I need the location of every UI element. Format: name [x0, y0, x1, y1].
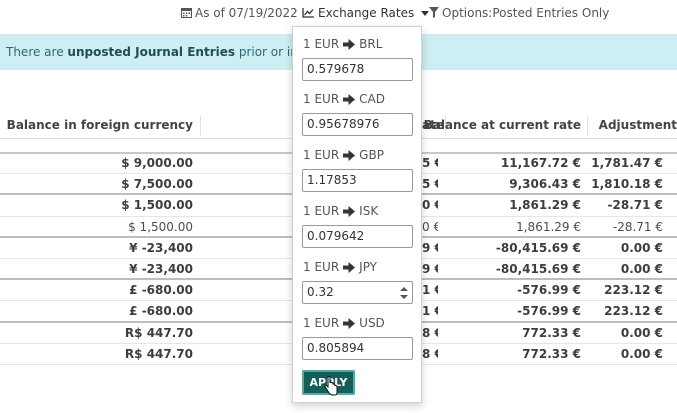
rate-value: 0.32 — [307, 285, 334, 299]
header-divider — [587, 116, 588, 136]
options-filter-button[interactable]: Options:Posted Entries Only — [429, 6, 609, 20]
number-spinner-icon[interactable] — [400, 286, 408, 300]
arrow-right-icon — [343, 149, 356, 161]
cell-current: -576.99 € — [517, 283, 581, 298]
rate-base-currency: 1 EUR — [303, 204, 340, 218]
arrow-right-icon — [343, 317, 356, 329]
cell-foreign: £ -680.00 — [129, 283, 193, 298]
cell-current: 11,167.72 € — [500, 156, 581, 170]
cell-rate: 5 € — [422, 156, 438, 170]
rate-label-gbp: 1 EUR GBP — [303, 148, 384, 162]
rate-input-jpy[interactable]: 0.32 — [302, 281, 413, 304]
rate-input-cad[interactable]: 0.95678976 — [302, 113, 413, 136]
rate-target-currency: GBP — [359, 148, 384, 162]
cell-rate: 5 € — [422, 177, 438, 192]
rate-value: 1.17853 — [307, 173, 357, 187]
date-filter-label: As of 07/19/2022 — [195, 6, 298, 20]
rate-target-currency: CAD — [359, 92, 385, 106]
rate-target-currency: JPY — [359, 260, 377, 274]
exchange-rates-dropdown: APPLY 1 EURBRL0.5796781 EURCAD0.95678976… — [292, 26, 422, 403]
cell-foreign: $ 9,000.00 — [121, 156, 193, 170]
cell-foreign: £ -680.00 — [129, 304, 193, 319]
exchange-rates-button[interactable]: Exchange Rates — [302, 6, 430, 20]
header-divider — [200, 116, 201, 136]
arrow-right-icon — [343, 261, 356, 273]
cell-current: 772.33 € — [522, 346, 581, 361]
unposted-entries-link[interactable]: unposted Journal Entries — [67, 45, 235, 59]
rate-base-currency: 1 EUR — [303, 316, 340, 330]
arrow-right-icon — [343, 205, 356, 217]
rate-value: 0.579678 — [307, 62, 365, 76]
cell-rate: 0 € — [422, 219, 438, 234]
rate-label-jpy: 1 EUR JPY — [303, 260, 377, 274]
cell-adjustment: 1,781.47 € — [591, 156, 663, 170]
options-filter-label: Options:Posted Entries Only — [442, 6, 610, 20]
rate-input-gbp[interactable]: 1.17853 — [302, 169, 413, 192]
cell-adjustment: 223.12 € — [604, 283, 663, 298]
cell-current: -80,415.69 € — [495, 261, 581, 276]
rate-base-currency: 1 EUR — [303, 92, 340, 106]
header-balance-foreign: Balance in foreign currency — [6, 118, 193, 132]
arrow-right-icon — [343, 93, 356, 105]
alert-text-prefix: There are — [6, 45, 68, 59]
cell-adjustment: -28.71 € — [607, 198, 663, 213]
report-controls: As of 07/19/2022 Exchange Rates Options:… — [0, 0, 677, 28]
header-adjustment: Adjustment — [598, 118, 677, 132]
cell-rate: 0 € — [422, 198, 438, 213]
rate-value: 0.95678976 — [307, 117, 380, 131]
cell-adjustment: 0.00 € — [620, 325, 663, 340]
rate-input-brl[interactable]: 0.579678 — [302, 58, 413, 81]
header-balance-current: Balance at current rate — [423, 118, 581, 132]
cell-rate: 9 € — [422, 261, 438, 276]
cell-current: -80,415.69 € — [495, 240, 581, 255]
filter-icon — [429, 6, 439, 20]
cell-foreign: R$ 447.70 — [124, 346, 193, 361]
cell-foreign: ¥ -23,400 — [129, 240, 193, 255]
cell-rate: 8 € — [422, 346, 438, 361]
cell-foreign: $ 1,500.00 — [128, 219, 193, 234]
cell-adjustment: 0.00 € — [620, 346, 663, 361]
rate-base-currency: 1 EUR — [303, 37, 340, 51]
cell-foreign: ¥ -23,400 — [129, 261, 193, 276]
calendar-icon — [181, 7, 192, 20]
cell-current: 1,861.29 € — [516, 219, 581, 234]
cell-rate: 1 € — [422, 304, 438, 319]
cell-adjustment: -28.71 € — [612, 219, 663, 234]
date-filter-button[interactable]: As of 07/19/2022 — [181, 6, 298, 20]
cell-current: 9,306.43 € — [509, 177, 581, 192]
cell-adjustment: 223.12 € — [604, 304, 663, 319]
rate-value: 0.079642 — [307, 229, 365, 243]
rate-input-usd[interactable]: 0.805894 — [302, 337, 413, 360]
exchange-rates-label: Exchange Rates — [318, 6, 415, 20]
rate-base-currency: 1 EUR — [303, 148, 340, 162]
rate-target-currency: USD — [359, 316, 385, 330]
rate-input-isk[interactable]: 0.079642 — [302, 225, 413, 248]
cell-foreign: $ 1,500.00 — [121, 198, 193, 213]
cell-adjustment: 1,810.18 € — [591, 177, 663, 192]
cell-current: 772.33 € — [522, 325, 581, 340]
line-chart-icon — [302, 7, 315, 20]
rate-base-currency: 1 EUR — [303, 260, 340, 274]
rate-label-usd: 1 EUR USD — [303, 316, 385, 330]
rate-value: 0.805894 — [307, 341, 365, 355]
rate-label-brl: 1 EUR BRL — [303, 37, 382, 51]
rate-label-isk: 1 EUR ISK — [303, 204, 378, 218]
cell-foreign: R$ 447.70 — [124, 325, 193, 340]
cell-rate: 8 € — [422, 325, 438, 340]
cell-foreign: $ 7,500.00 — [121, 177, 193, 192]
cell-adjustment: 0.00 € — [620, 240, 663, 255]
arrow-right-icon — [343, 38, 356, 50]
cell-rate: 1 € — [422, 283, 438, 298]
cell-current: -576.99 € — [517, 304, 581, 319]
cell-rate: 9 € — [422, 240, 438, 255]
rate-label-cad: 1 EUR CAD — [303, 92, 385, 106]
cell-current: 1,861.29 € — [509, 198, 581, 213]
rate-target-currency: ISK — [359, 204, 379, 218]
pointer-cursor-icon — [324, 376, 338, 396]
rate-target-currency: BRL — [359, 37, 383, 51]
cell-adjustment: 0.00 € — [620, 261, 663, 276]
